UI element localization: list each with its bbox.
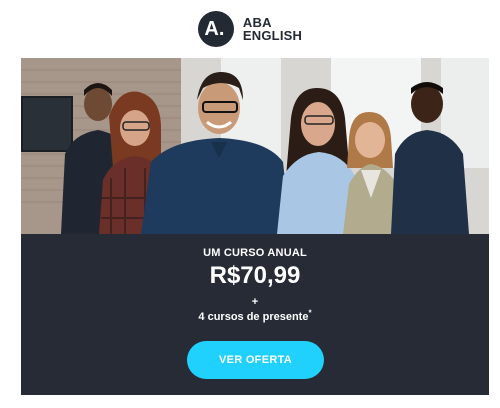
gift-courses-text: 4 cursos de presente*	[21, 308, 489, 323]
offer-card: UM CURSO ANUAL R$70,99 + 4 cursos de pre…	[21, 58, 489, 395]
price: R$70,99	[209, 262, 301, 289]
logo-letter: A.	[204, 18, 225, 40]
logo-wordmark: ABA ENGLISH	[243, 16, 302, 42]
plus-sign: +	[251, 296, 259, 308]
view-offer-button[interactable]: VER OFERTA	[187, 341, 324, 379]
offer-panel: UM CURSO ANUAL R$70,99 + 4 cursos de pre…	[21, 234, 489, 395]
hero-photo	[21, 58, 489, 234]
gift-courses-label: 4 cursos de presente	[198, 311, 309, 323]
header: A. ABA ENGLISH	[0, 0, 500, 58]
course-label: UM CURSO ANUAL	[203, 247, 307, 259]
group-photo-illustration	[21, 58, 489, 234]
logo-mark-icon: A.	[197, 11, 234, 47]
footnote-asterisk: *	[308, 308, 312, 318]
logo-wordmark-line2: ENGLISH	[242, 28, 303, 43]
aba-english-logo[interactable]: A. ABA ENGLISH	[197, 11, 302, 47]
